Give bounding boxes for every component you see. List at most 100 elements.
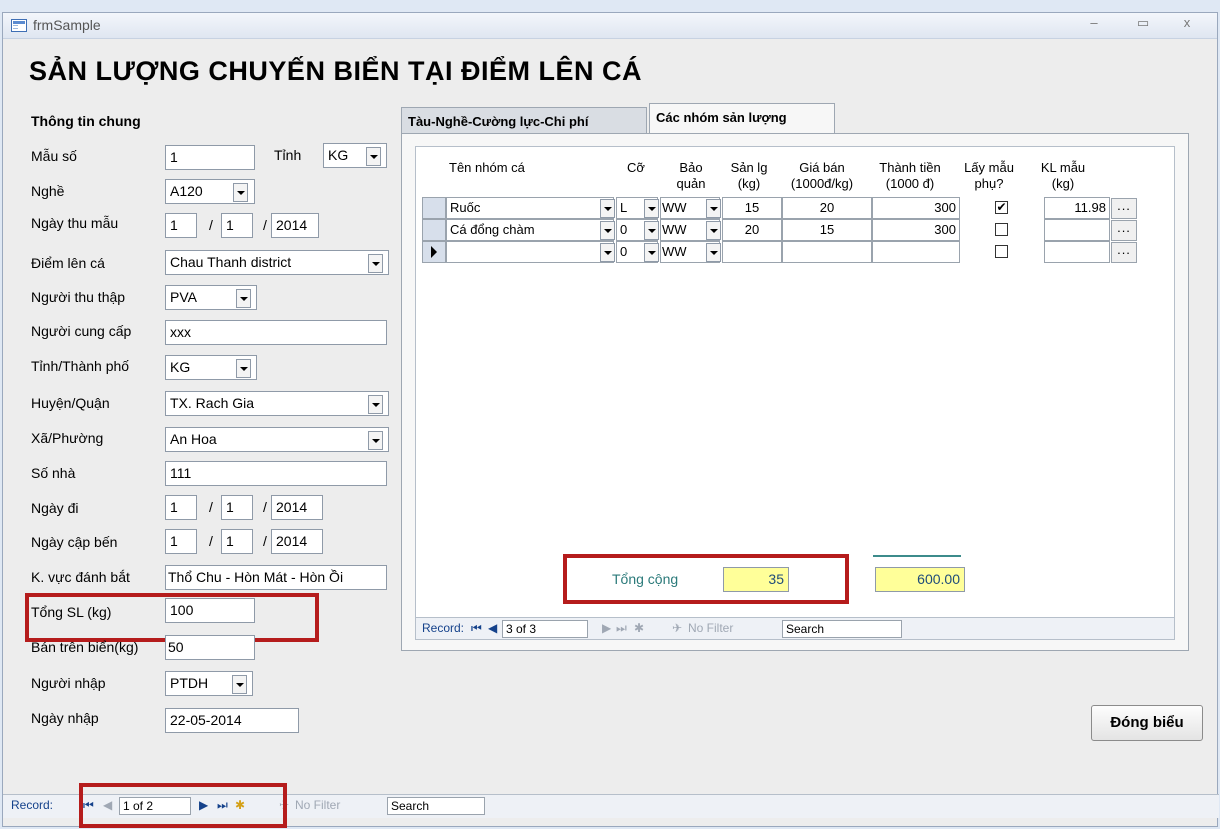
- bao-quan-dropdown[interactable]: [706, 199, 721, 218]
- co-dropdown[interactable]: [644, 199, 659, 218]
- form-title: SẢN LƯỢNG CHUYẾN BIỂN TẠI ĐIỂM LÊN CÁ: [29, 56, 642, 86]
- last-record-icon[interactable]: ⏭: [616, 621, 627, 636]
- row-selector[interactable]: [422, 241, 446, 263]
- cell-gia-ban[interactable]: 15: [782, 219, 872, 241]
- nguoi-thu-thap-dropdown[interactable]: [236, 289, 251, 308]
- chevron-down-icon: [371, 261, 380, 266]
- maximize-button[interactable]: ▭: [1134, 15, 1152, 31]
- col-header-thanh-tien: Thành tiền (1000 đ): [879, 160, 941, 191]
- catch-groups-subform: Tên nhóm cá Cỡ Bảo quản Sản lg (kg) Giá …: [415, 146, 1175, 640]
- chevron-down-icon: [371, 402, 380, 407]
- chevron-down-icon: [603, 206, 612, 211]
- ten-dropdown[interactable]: [600, 221, 615, 240]
- ngay-cap-ben-day[interactable]: 1: [165, 529, 197, 554]
- ngay-cap-ben-year[interactable]: 2014: [271, 529, 323, 554]
- diem-len-ca-field[interactable]: Chau Thanh district: [165, 250, 389, 275]
- lay-mau-checkbox[interactable]: [995, 223, 1008, 236]
- cell-san-lg[interactable]: 15: [722, 197, 782, 219]
- diem-len-ca-dropdown[interactable]: [368, 254, 383, 273]
- cell-kl-mau[interactable]: 11.98: [1044, 197, 1110, 219]
- new-record-icon[interactable]: ✱: [634, 621, 644, 635]
- search-box[interactable]: Search: [387, 797, 485, 815]
- nghe-dropdown[interactable]: [233, 183, 248, 202]
- tinh-label: Tỉnh: [274, 147, 302, 163]
- chevron-down-icon: [647, 206, 656, 211]
- ngay-nhap-field[interactable]: 22-05-2014: [165, 708, 299, 733]
- chevron-down-icon: [709, 228, 718, 233]
- row-selector[interactable]: [422, 197, 446, 219]
- cell-kl-mau[interactable]: [1044, 241, 1110, 263]
- col-header-san-lg: Sản lg (kg): [730, 160, 768, 191]
- filter-icon[interactable]: ✈: [672, 621, 682, 635]
- subform-record-navigator: Record: ⏮ ◀ 3 of 3 ▶ ⏭ ✱ ✈ No Filter Sea…: [416, 617, 1174, 639]
- ngay-thu-mau-month[interactable]: 1: [221, 213, 253, 238]
- no-filter-label[interactable]: No Filter: [688, 621, 733, 635]
- khu-vuc-field[interactable]: Thổ Chu - Hòn Mát - Hòn Ồi: [165, 565, 387, 590]
- xa-dropdown[interactable]: [368, 431, 383, 450]
- first-record-icon[interactable]: ⏮: [471, 621, 482, 636]
- ellipsis-button[interactable]: ...: [1111, 242, 1137, 263]
- form-window: frmSample – ▭ x SẢN LƯỢNG CHUYẾN BIỂN TẠ…: [2, 12, 1219, 828]
- no-filter-label[interactable]: No Filter: [295, 798, 340, 812]
- cell-gia-ban[interactable]: 20: [782, 197, 872, 219]
- ngay-di-year[interactable]: 2014: [271, 495, 323, 520]
- mau-so-field[interactable]: 1: [165, 145, 255, 170]
- tinh-tp-dropdown[interactable]: [236, 359, 251, 378]
- next-record-icon[interactable]: ▶: [602, 621, 611, 635]
- ban-tren-bien-field[interactable]: 50: [165, 635, 255, 660]
- current-record-icon: [431, 246, 437, 258]
- co-dropdown[interactable]: [644, 221, 659, 240]
- ellipsis-button[interactable]: ...: [1111, 220, 1137, 241]
- nguoi-cung-cap-field[interactable]: xxx: [165, 320, 387, 345]
- xa-label: Xã/Phường: [31, 430, 104, 446]
- cell-gia-ban[interactable]: [782, 241, 872, 263]
- nguoi-nhap-dropdown[interactable]: [232, 675, 247, 694]
- chevron-down-icon: [647, 228, 656, 233]
- nghe-label: Nghề: [31, 183, 65, 199]
- so-nha-field[interactable]: 111: [165, 461, 387, 486]
- cell-san-lg[interactable]: [722, 241, 782, 263]
- ngay-cap-ben-month[interactable]: 1: [221, 529, 253, 554]
- lay-mau-checkbox[interactable]: [995, 245, 1008, 258]
- bao-quan-dropdown[interactable]: [706, 221, 721, 240]
- tab-tau-nghe[interactable]: Tàu-Nghề-Cường lực-Chi phí: [401, 107, 647, 134]
- cell-thanh-tien[interactable]: 300: [872, 219, 960, 241]
- close-form-button[interactable]: Đóng biểu: [1091, 705, 1203, 741]
- record-position[interactable]: 3 of 3: [502, 620, 588, 638]
- cell-ten[interactable]: Cá đổng chàm: [446, 219, 614, 241]
- ellipsis-button[interactable]: ...: [1111, 198, 1137, 219]
- nguoi-thu-thap-label: Người thu thập: [31, 289, 126, 305]
- tinh-dropdown[interactable]: [366, 147, 381, 166]
- tinh-tp-label: Tỉnh/Thành phố: [31, 358, 130, 374]
- cell-ten[interactable]: [446, 241, 614, 263]
- ngay-di-day[interactable]: 1: [165, 495, 197, 520]
- cell-ten[interactable]: Ruốc: [446, 197, 614, 219]
- ten-dropdown[interactable]: [600, 199, 615, 218]
- search-box[interactable]: Search: [782, 620, 902, 638]
- cell-thanh-tien[interactable]: [872, 241, 960, 263]
- chevron-down-icon: [369, 154, 378, 159]
- row-selector[interactable]: [422, 219, 446, 241]
- nguoi-cung-cap-label: Người cung cấp: [31, 323, 132, 339]
- xa-field[interactable]: An Hoa: [165, 427, 389, 452]
- cell-thanh-tien[interactable]: 300: [872, 197, 960, 219]
- tab-nhom-san-luong[interactable]: Các nhóm sản lượng: [649, 103, 835, 133]
- cell-kl-mau[interactable]: [1044, 219, 1110, 241]
- khu-vuc-label: K. vực đánh bắt: [31, 569, 130, 585]
- lay-mau-checkbox[interactable]: ✔: [995, 201, 1008, 214]
- ngay-thu-mau-label: Ngày thu mẫu: [31, 215, 119, 231]
- close-button[interactable]: x: [1178, 15, 1196, 30]
- minimize-button[interactable]: –: [1085, 15, 1103, 30]
- bao-quan-dropdown[interactable]: [706, 243, 721, 262]
- chevron-down-icon: [371, 438, 380, 443]
- co-dropdown[interactable]: [644, 243, 659, 262]
- chevron-down-icon: [647, 250, 656, 255]
- ten-dropdown[interactable]: [600, 243, 615, 262]
- huyen-dropdown[interactable]: [368, 395, 383, 414]
- ngay-thu-mau-year[interactable]: 2014: [271, 213, 319, 238]
- ngay-di-month[interactable]: 1: [221, 495, 253, 520]
- huyen-field[interactable]: TX. Rach Gia: [165, 391, 389, 416]
- prev-record-icon[interactable]: ◀: [488, 621, 497, 635]
- cell-san-lg[interactable]: 20: [722, 219, 782, 241]
- ngay-thu-mau-day[interactable]: 1: [165, 213, 197, 238]
